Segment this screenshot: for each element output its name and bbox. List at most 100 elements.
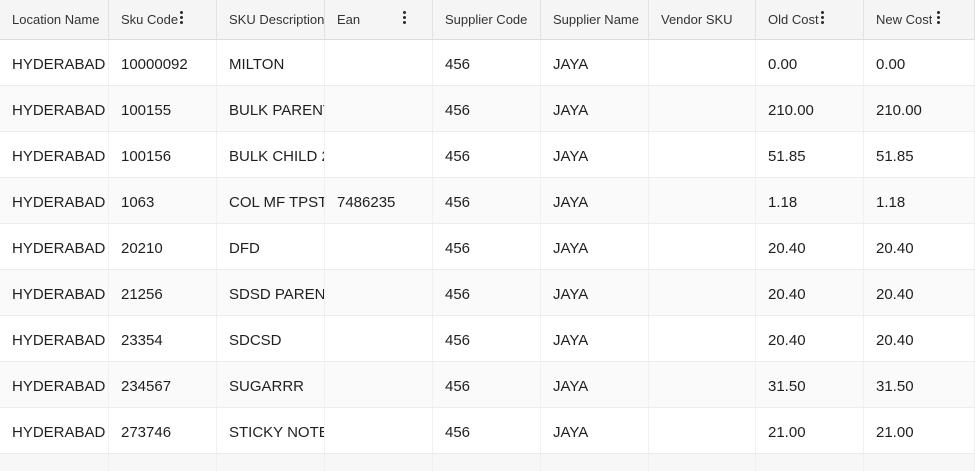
table-cell: 20.40 [756,270,864,315]
column-menu-icon[interactable] [179,11,183,25]
table-cell [649,408,756,453]
column-header-label: Vendor SKU [661,12,733,27]
table-cell: JAYA [541,362,649,407]
table-row[interactable]: HYDERABAD 10000092 MILTON 456 JAYA 0.00 0.00 [0,40,975,86]
table-cell: BULK PARENT [217,86,325,131]
table-cell [541,454,649,471]
table-cell: 456 [433,40,541,85]
table-row[interactable]: HYDERABAD 100155 BULK PARENT 456 JAYA 210.00 2… [0,86,975,132]
table-cell [325,86,433,131]
table-cell: 456 [433,224,541,269]
table-cell: 100155 [109,86,217,131]
column-header-7[interactable]: Old Cost [756,0,864,39]
table-cell: 456 [433,316,541,361]
column-menu-icon[interactable] [820,11,824,25]
table-row-partial[interactable] [0,454,975,471]
table-cell: COL MF TPST [217,178,325,223]
table-cell [649,224,756,269]
column-header-1[interactable]: Sku Code [109,0,217,39]
grid-body: HYDERABAD 10000092 MILTON 456 JAYA 0.00 0.00 HY… [0,40,975,454]
table-cell: 21256 [109,270,217,315]
table-cell: HYDERABAD [0,40,109,85]
table-cell: JAYA [541,40,649,85]
table-cell: 210.00 [756,86,864,131]
table-cell [756,454,864,471]
table-cell: 210.00 [864,86,975,131]
table-cell [325,362,433,407]
table-cell: 20.40 [864,270,975,315]
table-cell: 51.85 [864,132,975,177]
table-cell: 20.40 [864,316,975,361]
table-row[interactable]: HYDERABAD 100156 BULK CHILD 2 456 JAYA 51.85 5… [0,132,975,178]
table-cell: 7486235 [325,178,433,223]
table-row[interactable]: HYDERABAD 21256 SDSD PAREN 456 JAYA 20.40 20.4… [0,270,975,316]
table-cell [649,362,756,407]
column-menu-icon[interactable] [936,11,940,25]
table-cell: HYDERABAD [0,86,109,131]
column-header-label: Location Name [12,12,100,27]
table-cell: 234567 [109,362,217,407]
table-cell: 23354 [109,316,217,361]
data-grid: Location Name Sku Code SKU Description Ean S… [0,0,975,471]
table-row[interactable]: HYDERABAD 20210 DFD 456 JAYA 20.40 20.40 [0,224,975,270]
table-cell: 20210 [109,224,217,269]
table-cell: DFD [217,224,325,269]
column-header-label: Sku Code [121,12,179,27]
table-cell [649,178,756,223]
table-cell [217,454,325,471]
column-menu-icon[interactable] [402,11,406,25]
table-row[interactable]: HYDERABAD 23354 SDCSD 456 JAYA 20.40 20.40 [0,316,975,362]
table-cell: SDSD PAREN [217,270,325,315]
table-row[interactable]: HYDERABAD 1063 COL MF TPST 7486235 456 JAYA 1.… [0,178,975,224]
table-cell: 20.40 [756,316,864,361]
table-cell: HYDERABAD [0,224,109,269]
table-cell: 100156 [109,132,217,177]
table-cell: 456 [433,178,541,223]
table-cell: HYDERABAD [0,132,109,177]
table-cell: 31.50 [756,362,864,407]
table-cell: MILTON [217,40,325,85]
table-cell: 31.50 [864,362,975,407]
table-cell [325,316,433,361]
column-header-2[interactable]: SKU Description [217,0,325,39]
column-header-label: Ean [337,12,361,27]
table-row[interactable]: HYDERABAD 234567 SUGARRR 456 JAYA 31.50 31.50 [0,362,975,408]
table-cell: HYDERABAD [0,270,109,315]
table-cell: JAYA [541,408,649,453]
table-cell [0,454,109,471]
column-header-label: Old Cost [768,12,819,27]
table-cell: 20.40 [864,224,975,269]
table-cell: HYDERABAD [0,178,109,223]
table-cell: HYDERABAD [0,362,109,407]
column-header-5[interactable]: Supplier Name [541,0,649,39]
column-header-4[interactable]: Supplier Code [433,0,541,39]
table-cell [325,270,433,315]
table-cell [325,224,433,269]
table-cell: JAYA [541,132,649,177]
column-header-label: Supplier Name [553,12,639,27]
table-cell [649,132,756,177]
column-header-6[interactable]: Vendor SKU [649,0,756,39]
table-cell [649,40,756,85]
table-cell: 456 [433,362,541,407]
column-header-8[interactable]: New Cost [864,0,975,39]
column-header-label: New Cost [876,12,933,27]
table-cell: 1063 [109,178,217,223]
table-cell [864,454,975,471]
table-cell [649,454,756,471]
table-row[interactable]: HYDERABAD 273746 STICKY NOTE 456 JAYA 21.00 21… [0,408,975,454]
column-header-3[interactable]: Ean [325,0,433,39]
table-cell: SUGARRR [217,362,325,407]
table-cell [109,454,217,471]
table-cell [433,454,541,471]
table-cell [649,86,756,131]
column-header-0[interactable]: Location Name [0,0,109,39]
table-cell: 51.85 [756,132,864,177]
column-header-label: Supplier Code [445,12,528,27]
table-cell [325,40,433,85]
table-cell [325,408,433,453]
table-cell [649,270,756,315]
column-header-label: SKU Description [229,12,324,27]
table-cell: 456 [433,86,541,131]
table-cell: JAYA [541,316,649,361]
